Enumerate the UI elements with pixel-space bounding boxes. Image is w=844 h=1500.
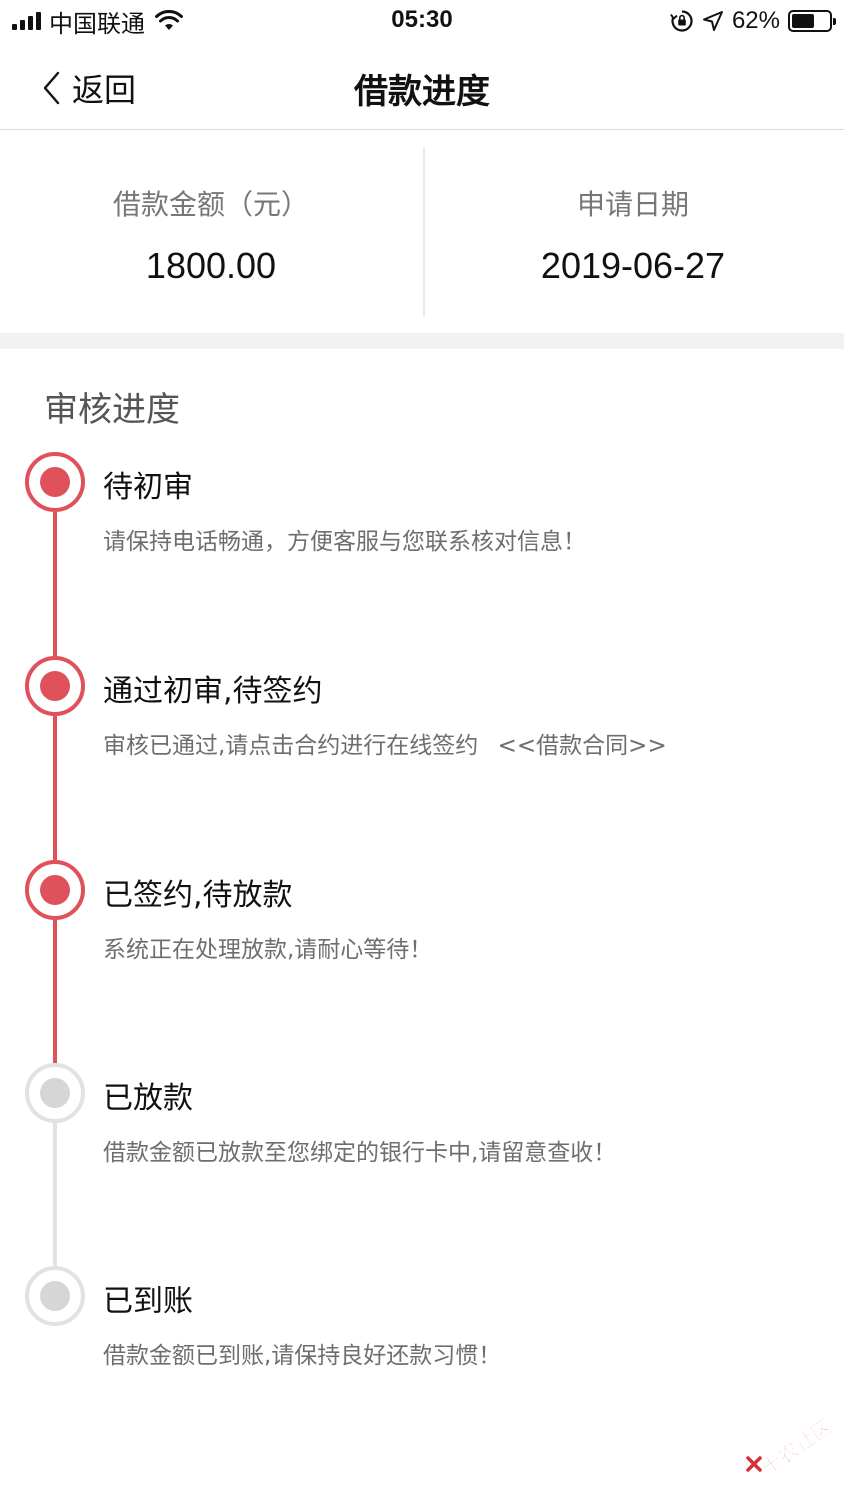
step-status-dot <box>25 1266 85 1326</box>
step-status-dot <box>25 656 85 716</box>
battery-tip <box>833 18 836 25</box>
date-block: 申请日期 2019-06-27 <box>422 131 844 333</box>
battery-fill <box>792 14 815 28</box>
progress-step: 已放款 借款金额已放款至您绑定的银行卡中,请留意查收！ <box>0 1063 844 1183</box>
community-watermark-logo: 卡农社区 <box>746 1414 837 1480</box>
progress-step: 通过初审,待签约 审核已通过,请点击合约进行在线签约 <<借款合同>> <box>0 656 844 776</box>
amount-block: 借款金额（元） 1800.00 <box>0 131 422 333</box>
rotation-lock-icon <box>670 10 693 32</box>
status-right: 62% <box>670 6 836 36</box>
step-status-dot <box>25 452 85 512</box>
step-title: 待初审 <box>103 470 193 505</box>
step-description: 系统正在处理放款,请耐心等待！ <box>103 937 433 963</box>
step-title: 通过初审,待签约 <box>103 674 323 709</box>
date-value: 2019-06-27 <box>540 245 726 286</box>
nav-bar: 返回 借款进度 <box>0 44 844 130</box>
step-description: 审核已通过,请点击合约进行在线签约 <box>103 733 479 759</box>
step-status-dot <box>25 860 85 920</box>
status-bar: 中国联通 05:30 62% <box>0 0 844 44</box>
step-description: 借款金额已放款至您绑定的银行卡中,请留意查收！ <box>103 1140 617 1166</box>
step-title: 已放款 <box>103 1081 193 1116</box>
progress-section-title: 审核进度 <box>44 390 180 430</box>
svg-text:卡农社区: 卡农社区 <box>757 1414 836 1480</box>
page-title: 借款进度 <box>354 72 490 112</box>
progress-step: 已签约,待放款 系统正在处理放款,请耐心等待！ <box>0 860 844 980</box>
progress-step: 待初审 请保持电话畅通，方便客服与您联系核对信息！ <box>0 452 844 572</box>
loan-summary: 借款金额（元） 1800.00 申请日期 2019-06-27 <box>0 131 844 333</box>
location-arrow-icon <box>702 11 723 31</box>
timeline-line-active <box>53 512 57 1066</box>
step-status-dot <box>25 1063 85 1123</box>
step-description: 请保持电话畅通，方便客服与您联系核对信息！ <box>103 529 586 555</box>
battery-icon <box>788 10 836 32</box>
step-title: 已到账 <box>103 1284 193 1319</box>
amount-label: 借款金额（元） <box>112 188 309 221</box>
section-separator <box>0 333 844 349</box>
step-title: 已签约,待放款 <box>103 878 293 913</box>
battery-percent: 62% <box>731 7 780 34</box>
step-description-row: 审核已通过,请点击合约进行在线签约 <<借款合同>> <box>103 726 667 760</box>
amount-value: 1800.00 <box>145 245 277 286</box>
loan-contract-link[interactable]: <<借款合同>> <box>498 733 667 759</box>
step-description: 借款金额已到账,请保持良好还款习惯！ <box>103 1343 502 1369</box>
progress-step: 已到账 借款金额已到账,请保持良好还款习惯！ <box>0 1266 844 1386</box>
date-label: 申请日期 <box>576 188 689 221</box>
